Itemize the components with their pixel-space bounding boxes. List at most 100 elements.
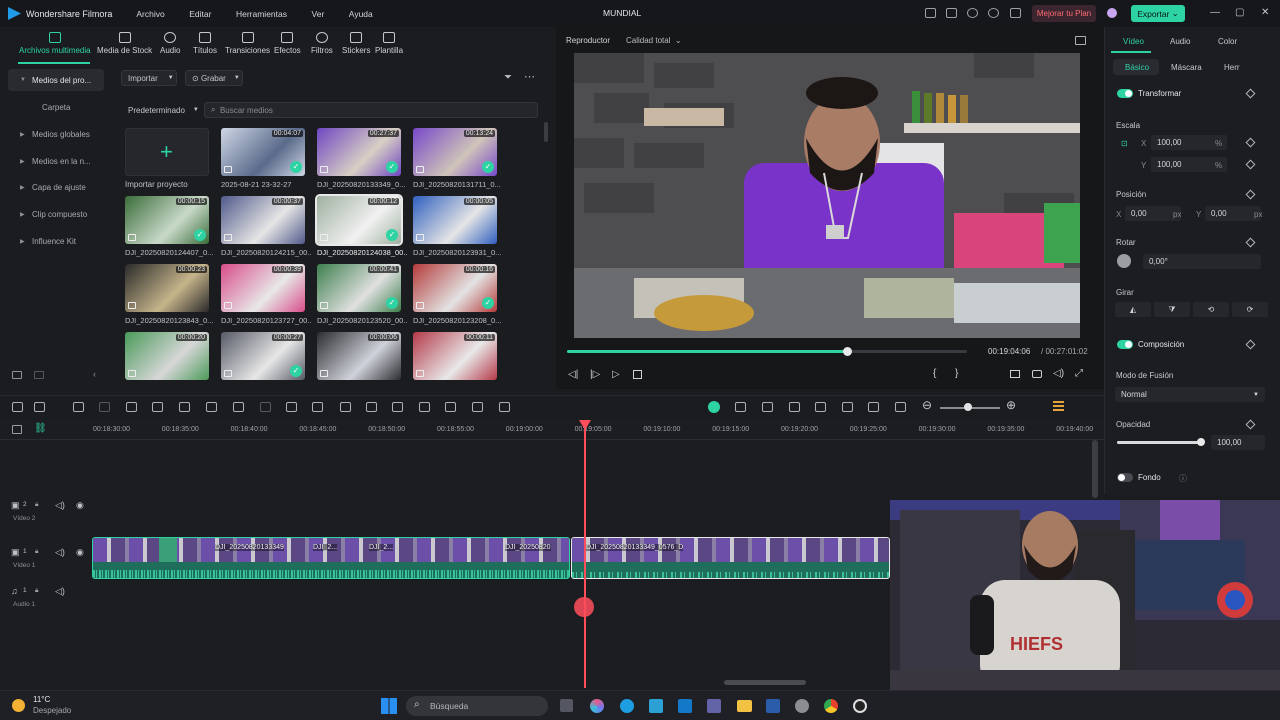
background-toggle[interactable] <box>1117 473 1133 482</box>
weather-icon[interactable] <box>12 699 25 712</box>
settings-icon[interactable] <box>988 8 999 18</box>
keyframe-icon[interactable] <box>1245 339 1256 350</box>
delete-icon[interactable] <box>126 402 137 412</box>
taskbar-search[interactable]: ⌕ Búsqueda <box>406 696 548 716</box>
media-thumbnail[interactable]: 00:00:06 <box>317 332 401 380</box>
media-thumbnail[interactable]: 00:00:12 ✓ <box>315 194 403 246</box>
media-thumbnail[interactable]: 00:00:11 <box>413 332 497 380</box>
teams-icon[interactable] <box>707 699 721 713</box>
menu-ver[interactable]: Ver <box>312 9 325 19</box>
keyframe-icon[interactable] <box>1245 88 1256 99</box>
media-thumbnail[interactable]: 00:00:41 ✓ <box>317 264 401 312</box>
cut-icon[interactable] <box>152 402 163 412</box>
fullscreen-icon[interactable]: ⤢ <box>1075 368 1083 379</box>
snapshot-icon[interactable] <box>1075 36 1086 45</box>
store-icon[interactable] <box>649 699 663 713</box>
rotate-left-button[interactable]: ⟲ <box>1193 302 1229 317</box>
quality-dropdown[interactable]: Calidad total ⌄ <box>626 36 682 45</box>
record-button[interactable]: ⊙ Grabar ▼ <box>185 70 243 86</box>
mask-icon[interactable] <box>260 402 271 412</box>
sidebar-item-global-media[interactable]: ▶ Medios globales <box>8 123 104 145</box>
tab-audio[interactable]: Audio <box>160 32 180 55</box>
sort-dropdown[interactable]: Predeterminado ▼ <box>122 102 202 118</box>
tab-video[interactable]: Vídeo <box>1123 37 1144 46</box>
copilot-icon[interactable] <box>590 699 604 713</box>
lock-ratio-icon[interactable]: ⊡ <box>1121 139 1128 148</box>
timeline-v-scrollbar[interactable] <box>1092 440 1098 498</box>
sidebar-item-influence-kit[interactable]: ▶ Influence Kit <box>8 230 104 252</box>
composition-toggle[interactable] <box>1117 340 1133 349</box>
tab-audio-props[interactable]: Audio <box>1170 37 1190 46</box>
tab-titulos[interactable]: Títulos <box>193 32 217 55</box>
shape-icon[interactable] <box>233 402 244 412</box>
tab-transiciones[interactable]: Transiciones <box>225 32 270 55</box>
word-icon[interactable] <box>766 699 780 713</box>
redo-icon[interactable] <box>99 402 110 412</box>
maximize-icon[interactable]: ▢ <box>1235 7 1244 18</box>
media-thumbnail[interactable]: 00:00:05 <box>413 196 497 244</box>
stop-icon[interactable] <box>633 370 642 379</box>
timer-icon[interactable] <box>366 402 377 412</box>
cut-cursor-icon[interactable] <box>574 597 594 617</box>
subtab-basic[interactable]: Básico <box>1125 63 1149 72</box>
rotate-right-button[interactable]: ⟳ <box>1232 302 1268 317</box>
razor-select-icon[interactable] <box>34 402 45 412</box>
media-thumbnail[interactable]: 00:27:37 ✓ <box>317 128 401 176</box>
sidebar-item-folder[interactable]: Carpeta <box>8 96 104 118</box>
opacity-input[interactable]: 100,00 <box>1211 435 1265 450</box>
eye-icon[interactable]: ◉ <box>76 547 84 558</box>
blend-mode-select[interactable]: Normal ▼ <box>1115 387 1265 402</box>
chrome-icon[interactable] <box>824 699 838 713</box>
export-button[interactable]: Exportar ⌄ <box>1131 5 1185 22</box>
keyframe-path-icon[interactable] <box>419 402 430 412</box>
zoom-in-icon[interactable]: ⊕ <box>1006 398 1016 412</box>
crop-icon[interactable] <box>179 402 190 412</box>
rotation-input[interactable]: 0,00° <box>1143 254 1261 269</box>
render-icon[interactable] <box>895 402 906 412</box>
new-folder-icon[interactable] <box>12 371 22 379</box>
keyframe-icon[interactable] <box>1245 189 1256 200</box>
transform-icon[interactable] <box>392 402 403 412</box>
media-thumbnail[interactable]: 00:00:23 <box>125 264 209 312</box>
media-thumbnail[interactable]: 00:04:07 ✓ <box>221 128 305 176</box>
mute-icon[interactable]: ◁) <box>55 586 65 597</box>
stabilize-icon[interactable] <box>340 402 351 412</box>
zoom-out-icon[interactable]: ⊖ <box>922 398 932 412</box>
timeline-h-scrollbar[interactable] <box>724 680 806 685</box>
transform-toggle[interactable] <box>1117 89 1133 98</box>
auto-ripple-icon[interactable] <box>868 402 879 412</box>
keyframe-icon[interactable] <box>1245 159 1256 170</box>
menu-editar[interactable]: Editar <box>189 9 211 19</box>
video-preview[interactable] <box>574 53 1080 338</box>
filter-funnel-icon[interactable]: ⏷ <box>504 72 512 83</box>
split-screen-icon[interactable] <box>472 402 483 412</box>
folder-icon[interactable] <box>34 371 44 379</box>
subtab-mask[interactable]: Máscara <box>1171 63 1202 72</box>
media-thumbnail[interactable]: 00:13:24 ✓ <box>413 128 497 176</box>
prev-frame-icon[interactable]: ◁| <box>568 369 578 380</box>
position-y-input[interactable]: 0,00 <box>1205 206 1261 221</box>
play-icon[interactable]: ▷ <box>612 369 620 380</box>
lock-icon[interactable]: 🔒︎ <box>35 587 38 595</box>
mark-in-icon[interactable]: { <box>933 368 936 379</box>
speed-icon[interactable] <box>286 402 297 412</box>
more-options-icon[interactable]: ⋯ <box>524 70 535 83</box>
select-tool-icon[interactable] <box>12 402 23 412</box>
import-button[interactable]: Importar ▼ <box>121 70 177 86</box>
tab-color[interactable]: Color <box>1218 37 1237 46</box>
mute-icon[interactable]: ◁) <box>55 547 65 558</box>
scene-detect-icon[interactable] <box>735 402 746 412</box>
import-project-tile[interactable]: + <box>125 128 209 176</box>
minimize-icon[interactable]: — <box>1210 7 1220 18</box>
undo-icon[interactable] <box>73 402 84 412</box>
opacity-slider[interactable] <box>1117 441 1201 444</box>
settings-icon[interactable] <box>795 699 809 713</box>
voiceover-icon[interactable] <box>789 402 800 412</box>
ai-tools-icon[interactable] <box>708 401 720 413</box>
media-thumbnail[interactable]: 00:00:15 ✓ <box>125 196 209 244</box>
text-icon[interactable] <box>206 402 217 412</box>
media-thumbnail[interactable]: 00:00:37 <box>221 196 305 244</box>
upgrade-button[interactable]: Mejorar tu Plan <box>1032 5 1096 22</box>
menu-ayuda[interactable]: Ayuda <box>349 9 373 19</box>
media-thumbnail[interactable]: 00:00:39 <box>221 264 305 312</box>
